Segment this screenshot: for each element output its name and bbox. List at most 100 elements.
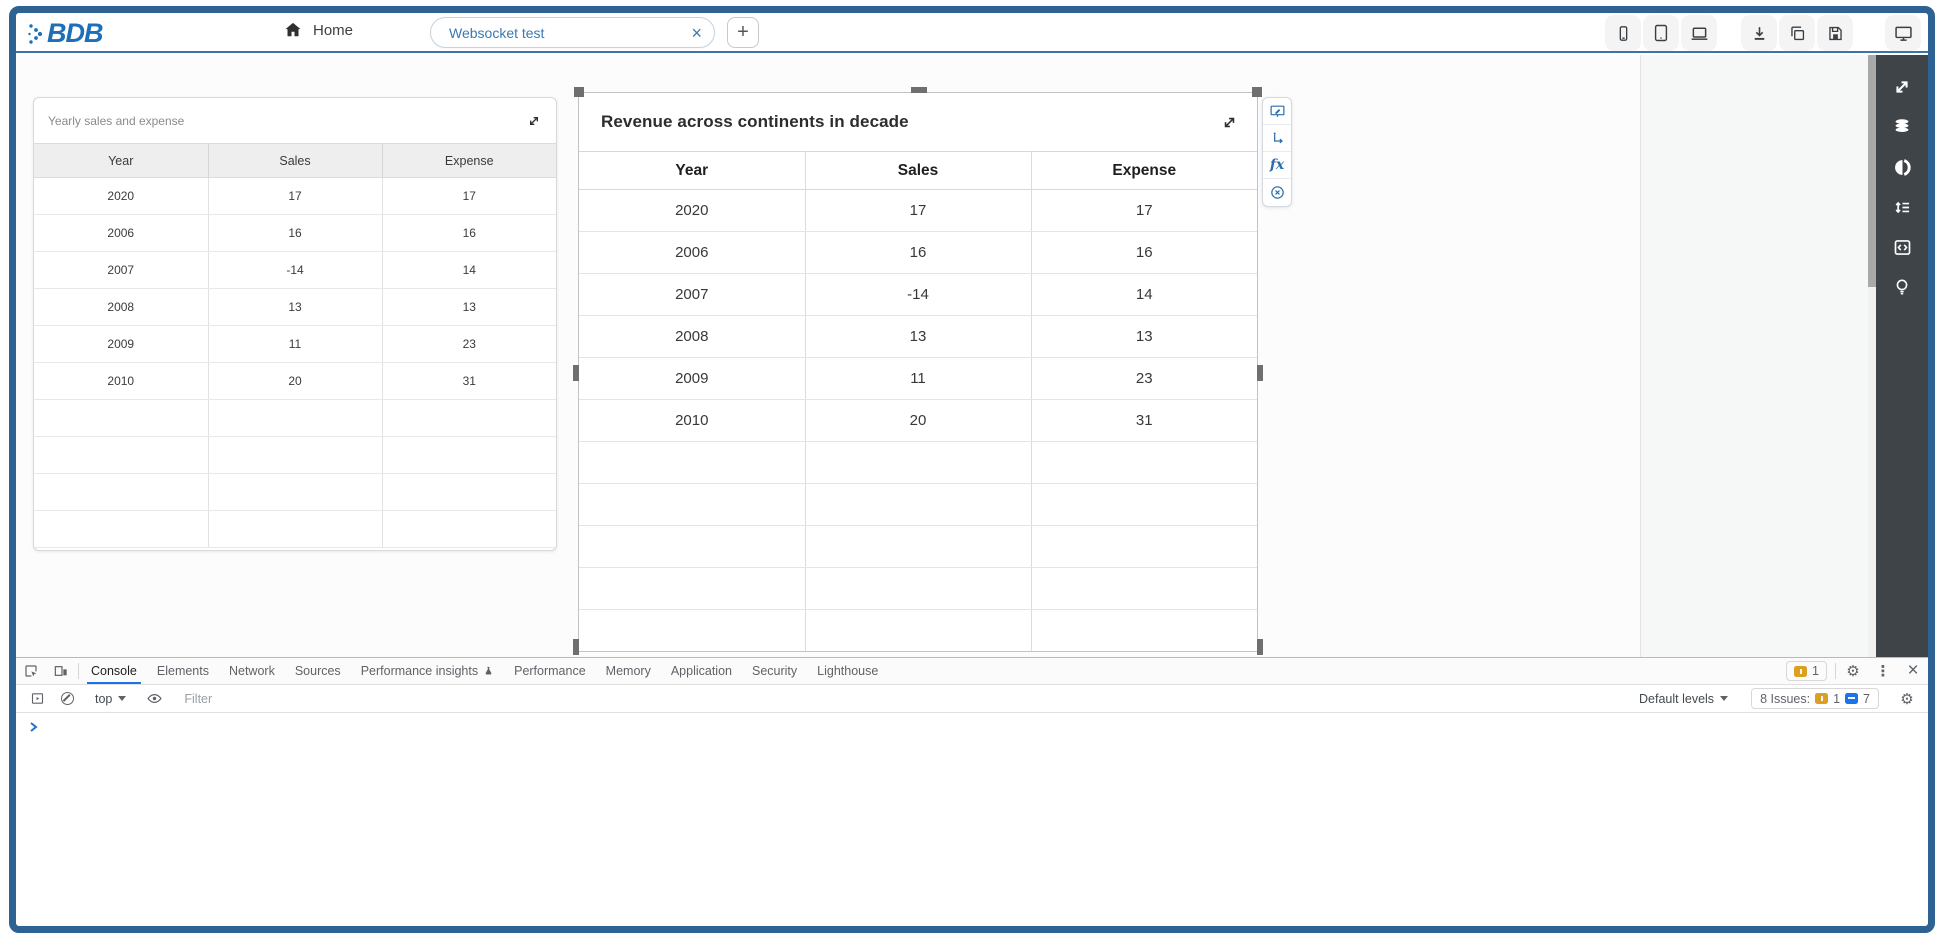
remove-icon bbox=[1269, 184, 1286, 201]
clear-console-icon bbox=[61, 692, 74, 705]
table-cell bbox=[579, 442, 805, 484]
desktop-preview-icon bbox=[1893, 23, 1914, 44]
tab-close-icon[interactable]: × bbox=[691, 24, 702, 42]
resize-handle[interactable] bbox=[1252, 87, 1262, 97]
devtools-tab[interactable]: Sources bbox=[285, 658, 351, 684]
chevron-down-icon bbox=[118, 696, 126, 701]
scrollbar-thumb[interactable] bbox=[1868, 55, 1876, 287]
save-icon bbox=[1826, 24, 1845, 43]
resize-handle[interactable] bbox=[911, 87, 927, 93]
resize-handle[interactable] bbox=[573, 365, 579, 381]
table-cell: 2008 bbox=[34, 289, 208, 326]
yearly-sales-table: YearSalesExpense 20201717200616162007-14… bbox=[34, 143, 556, 548]
table-cell bbox=[579, 610, 805, 652]
tablet-preview-button[interactable] bbox=[1643, 15, 1679, 51]
resize-handle[interactable] bbox=[1257, 639, 1263, 655]
formula-button[interactable]: fx bbox=[1263, 152, 1291, 179]
devtools-close-button[interactable]: × bbox=[1898, 658, 1928, 684]
resize-handle[interactable] bbox=[573, 639, 579, 655]
console-output[interactable] bbox=[16, 713, 1928, 933]
devtools-tab[interactable]: Elements bbox=[147, 658, 219, 684]
expand-icon[interactable] bbox=[526, 113, 542, 129]
devtools-tab[interactable]: Performance insights bbox=[351, 658, 504, 684]
devtools-tab-label: Performance insights bbox=[361, 664, 478, 678]
insights-button[interactable] bbox=[1882, 267, 1922, 307]
design-side-rail bbox=[1876, 55, 1928, 657]
resize-handle[interactable] bbox=[1257, 365, 1263, 381]
experiment-flask-icon bbox=[483, 665, 494, 677]
devtools-panel: Console Elements bbox=[16, 657, 1928, 933]
axis-settings-button[interactable] bbox=[1263, 125, 1291, 152]
table-cell bbox=[382, 437, 556, 474]
table-cell: 23 bbox=[1031, 358, 1257, 400]
devtools-tab[interactable]: Network bbox=[219, 658, 285, 684]
table-cell bbox=[1031, 484, 1257, 526]
code-button[interactable] bbox=[1882, 227, 1922, 267]
resize-handle[interactable] bbox=[574, 87, 584, 97]
duplicate-icon bbox=[1788, 24, 1807, 43]
issues-summary[interactable]: 8 Issues: 1 7 bbox=[1751, 688, 1879, 709]
table-cell: 17 bbox=[382, 178, 556, 215]
new-tab-button[interactable]: + bbox=[727, 17, 759, 48]
download-icon bbox=[1750, 24, 1769, 43]
save-button[interactable] bbox=[1817, 15, 1853, 51]
chevron-down-icon bbox=[1720, 696, 1728, 701]
remove-widget-button[interactable] bbox=[1263, 179, 1291, 206]
desktop-preview-button[interactable] bbox=[1885, 15, 1921, 51]
devtools-tab[interactable]: Application bbox=[661, 658, 742, 684]
clear-console-button[interactable] bbox=[52, 692, 82, 705]
log-levels-dropdown[interactable]: Default levels bbox=[1629, 692, 1738, 706]
widget-yearly-sales[interactable]: Yearly sales and expense YearSalesExpens… bbox=[33, 97, 557, 551]
devtools-tab-label: Performance bbox=[514, 664, 586, 678]
inspect-element-button[interactable] bbox=[16, 658, 46, 684]
devtools-more-button[interactable]: ⋮ bbox=[1868, 658, 1898, 684]
chart-options-button[interactable] bbox=[1882, 147, 1922, 187]
logo-dots-icon bbox=[28, 20, 44, 48]
table-cell: 11 bbox=[805, 358, 1031, 400]
devtools-tab[interactable]: Lighthouse bbox=[807, 658, 888, 684]
mobile-preview-button[interactable] bbox=[1605, 15, 1641, 51]
bdb-logo: BDB bbox=[28, 18, 103, 49]
mobile-preview-icon bbox=[1614, 24, 1633, 43]
table-row: 20091123 bbox=[579, 358, 1257, 400]
devtools-settings-button[interactable]: ⚙ bbox=[1838, 658, 1868, 684]
devtools-tab[interactable]: Security bbox=[742, 658, 807, 684]
devtools-tab[interactable]: Performance bbox=[504, 658, 596, 684]
console-filter-input[interactable] bbox=[174, 692, 1629, 706]
export-button[interactable] bbox=[1741, 15, 1777, 51]
widget-revenue[interactable]: Revenue across continents in decade Year… bbox=[578, 92, 1258, 652]
home-icon[interactable] bbox=[283, 20, 303, 40]
device-toolbar-button[interactable] bbox=[46, 658, 76, 684]
table-row bbox=[34, 400, 556, 437]
table-row: 20201717 bbox=[579, 190, 1257, 232]
table-cell: 20 bbox=[208, 363, 382, 400]
devtools-tab[interactable]: Console bbox=[81, 658, 147, 684]
vertical-scrollbar[interactable] bbox=[1868, 55, 1876, 657]
table-cell: 2010 bbox=[34, 363, 208, 400]
datasource-button[interactable] bbox=[1882, 107, 1922, 147]
devtools-tabs: Console Elements bbox=[81, 658, 888, 684]
table-cell: 16 bbox=[208, 215, 382, 252]
laptop-preview-button[interactable] bbox=[1681, 15, 1717, 51]
tabbar-issues-badge[interactable]: 1 bbox=[1786, 661, 1827, 681]
canvas-outside-region bbox=[1640, 55, 1868, 657]
duplicate-button[interactable] bbox=[1779, 15, 1815, 51]
live-expression-button[interactable] bbox=[139, 690, 169, 707]
devtools-tab-label: Sources bbox=[295, 664, 341, 678]
table-cell bbox=[34, 474, 208, 511]
expand-icon[interactable] bbox=[1220, 113, 1239, 132]
table-cell: 31 bbox=[1031, 400, 1257, 442]
devtools-tab[interactable]: Memory bbox=[596, 658, 661, 684]
home-label[interactable]: Home bbox=[313, 22, 353, 39]
console-sidebar-toggle-button[interactable] bbox=[22, 691, 52, 706]
expand-panel-button[interactable] bbox=[1882, 67, 1922, 107]
console-settings-button[interactable]: ⚙ bbox=[1892, 690, 1922, 708]
chart-icon bbox=[1892, 157, 1913, 178]
table-row bbox=[579, 442, 1257, 484]
dashboard-tab[interactable]: Websocket test × bbox=[430, 17, 715, 48]
javascript-context-dropdown[interactable]: top bbox=[87, 692, 134, 706]
edit-view-button[interactable] bbox=[1263, 98, 1291, 125]
widget-toolbar: fx bbox=[1262, 97, 1292, 207]
table-cell bbox=[208, 511, 382, 548]
list-order-button[interactable] bbox=[1882, 187, 1922, 227]
